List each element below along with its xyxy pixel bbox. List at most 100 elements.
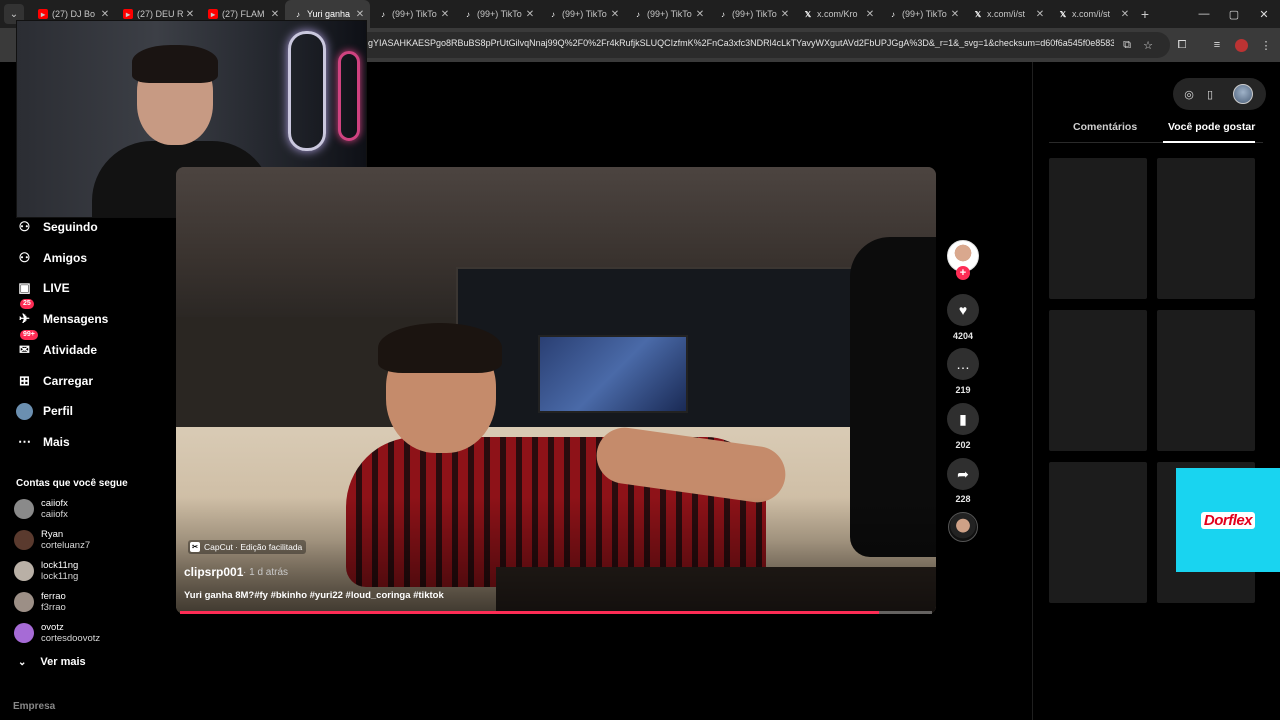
tab-close-icon[interactable]: ✕ — [99, 9, 111, 20]
browser-tab[interactable]: ♪ (99+) TikTo ✕ — [370, 0, 455, 28]
browser-tab[interactable]: ♪ (99+) TikTo ✕ — [880, 0, 965, 28]
comment-button[interactable]: … — [947, 348, 979, 380]
tab-comments[interactable]: Comentários — [1073, 121, 1137, 133]
tab-label: (99+) TikTo — [732, 9, 777, 19]
tab-close-icon[interactable]: ✕ — [269, 9, 281, 20]
browser-tab[interactable]: 𝕏x.com/Kro ✕ — [795, 0, 880, 28]
chevron-down-icon: ⌄ — [18, 656, 27, 668]
tiktok-icon: ♪ — [721, 9, 725, 19]
followed-account[interactable]: Ryan corteluanz7 — [14, 526, 90, 554]
tiktok-icon: ♪ — [636, 9, 640, 19]
nav-label: Mais — [43, 435, 70, 449]
youtube-icon: ▸ — [123, 9, 133, 19]
nav-label: Mensagens — [43, 312, 109, 326]
minimize-button[interactable]: — — [1188, 0, 1220, 28]
maximize-button[interactable]: ▢ — [1218, 0, 1250, 28]
like-count: 4204 — [952, 331, 974, 341]
tab-close-icon[interactable]: ✕ — [354, 9, 366, 20]
tab-close-icon[interactable]: ✕ — [609, 9, 621, 20]
followed-account[interactable]: caiiofx caiiofx — [14, 495, 68, 523]
avatar — [14, 530, 34, 550]
video-author[interactable]: clipsrp001 — [184, 565, 243, 579]
nav-label: LIVE — [43, 281, 70, 295]
tab-close-icon[interactable]: ✕ — [694, 9, 706, 20]
video-caption[interactable]: Yuri ganha 8M?#fy #bkinho #yuri22 #loud_… — [184, 590, 444, 601]
tab-close-icon[interactable]: ✕ — [524, 9, 536, 20]
browser-tab[interactable]: 𝕏x.com/i/st ✕ — [965, 0, 1050, 28]
followed-account[interactable]: ferrao f3rrao — [14, 588, 66, 616]
nav-label: Atividade — [43, 343, 98, 357]
close-window-button[interactable]: ✕ — [1248, 0, 1280, 28]
tab-close-icon[interactable]: ✕ — [184, 9, 196, 20]
account-name: ovotz — [41, 622, 64, 633]
nav-more[interactable]: ⋯ Mais — [16, 430, 70, 454]
music-disc-icon[interactable] — [948, 512, 978, 542]
bookmark-star-icon[interactable]: ☆ — [1139, 36, 1157, 54]
capcut-icon: ✂ — [190, 542, 200, 552]
new-tab-button[interactable]: + — [1135, 6, 1155, 22]
browser-tab[interactable]: ♪ (99+) TikTo ✕ — [455, 0, 540, 28]
follow-plus-icon[interactable]: + — [956, 266, 970, 280]
tab-label: (27) DEU R — [137, 9, 184, 19]
nav-following[interactable]: ⚇ Seguindo — [16, 215, 98, 239]
company-link[interactable]: Empresa — [13, 701, 55, 712]
following-icon: ⚇ — [18, 219, 31, 234]
x-icon: 𝕏 — [1059, 9, 1067, 19]
heart-icon: ♥ — [958, 302, 968, 318]
browser-tab[interactable]: 𝕏x.com/i/st ✕ — [1050, 0, 1135, 28]
tab-close-icon[interactable]: ✕ — [439, 9, 451, 20]
nav-label: Amigos — [43, 251, 88, 265]
tab-close-icon[interactable]: ✕ — [949, 9, 961, 20]
avatar — [14, 623, 34, 643]
extensions-icon[interactable]: ⧠ — [1173, 36, 1191, 54]
tab-close-icon[interactable]: ✕ — [864, 9, 876, 20]
install-app-icon[interactable]: ⧉ — [1118, 36, 1136, 54]
user-avatar[interactable] — [1233, 84, 1253, 104]
save-button[interactable]: ▮ — [947, 403, 979, 435]
capcut-label: CapCut · Edição facilitada — [204, 542, 303, 552]
account-handle: cortesdoovotz — [41, 633, 101, 644]
mobile-device-icon[interactable]: ▯ — [1201, 85, 1219, 103]
followed-account[interactable]: ovotz cortesdoovotz — [14, 619, 100, 647]
avatar — [14, 592, 34, 612]
browser-tab[interactable]: ♪ (99+) TikTo ✕ — [540, 0, 625, 28]
see-more-button[interactable]: ⌄ Ver mais — [18, 656, 86, 668]
recommended-video-thumbnail[interactable] — [1157, 158, 1255, 299]
tab-close-icon[interactable]: ✕ — [1119, 9, 1131, 20]
account-handle: caiiofx — [41, 509, 68, 520]
compass-icon[interactable]: ◎ — [1180, 85, 1198, 103]
nav-activity[interactable]: ✉ 99+ Atividade — [16, 330, 98, 362]
share-button[interactable]: ➦ — [947, 458, 979, 490]
followed-account[interactable]: lock11ng lock11ng — [14, 557, 78, 585]
address-bar-url[interactable]: gYIASAHKAESPgo8RBuBS8pPrUtGilvqNnaj99Q%2… — [368, 38, 1114, 48]
tiktok-icon: ♪ — [551, 9, 555, 19]
dorflex-ad[interactable]: Dorflex — [1176, 468, 1280, 572]
notification-badge: 25 — [20, 299, 34, 309]
nav-friends[interactable]: ⚇ Amigos — [16, 246, 87, 270]
capcut-tag[interactable]: ✂ CapCut · Edição facilitada — [188, 540, 307, 554]
browser-tab[interactable]: ♪ (99+) TikTo ✕ — [710, 0, 795, 28]
browser-menu-icon[interactable]: ⋮ — [1257, 36, 1275, 54]
ad-logo-text: Dorflex — [1200, 511, 1256, 529]
media-controls-icon[interactable]: ≡ — [1208, 36, 1226, 54]
nav-messages[interactable]: ✈ 25 Mensagens — [16, 299, 109, 331]
nav-live[interactable]: ▣ LIVE — [16, 276, 70, 300]
avatar — [14, 561, 34, 581]
tab-close-icon[interactable]: ✕ — [1034, 9, 1046, 20]
live-icon: ▣ — [18, 280, 31, 295]
browser-tab[interactable]: ♪ (99+) TikTo ✕ — [625, 0, 710, 28]
nav-profile[interactable]: ● Perfil — [16, 399, 73, 423]
column-divider — [1032, 62, 1033, 720]
profile-icon[interactable] — [1232, 36, 1250, 54]
tab-close-icon[interactable]: ✕ — [779, 9, 791, 20]
recommended-video-thumbnail[interactable] — [1157, 310, 1255, 451]
active-tab-indicator — [1163, 141, 1255, 143]
recommended-video-thumbnail[interactable] — [1049, 462, 1147, 603]
nav-upload[interactable]: ⊞ Carregar — [16, 369, 93, 393]
tab-label: Yuri ganha — [307, 9, 351, 19]
video-progress-bar[interactable] — [180, 611, 932, 614]
recommended-video-thumbnail[interactable] — [1049, 310, 1147, 451]
like-button[interactable]: ♥ — [947, 294, 979, 326]
tab-you-may-like[interactable]: Você pode gostar — [1168, 121, 1255, 133]
recommended-video-thumbnail[interactable] — [1049, 158, 1147, 299]
